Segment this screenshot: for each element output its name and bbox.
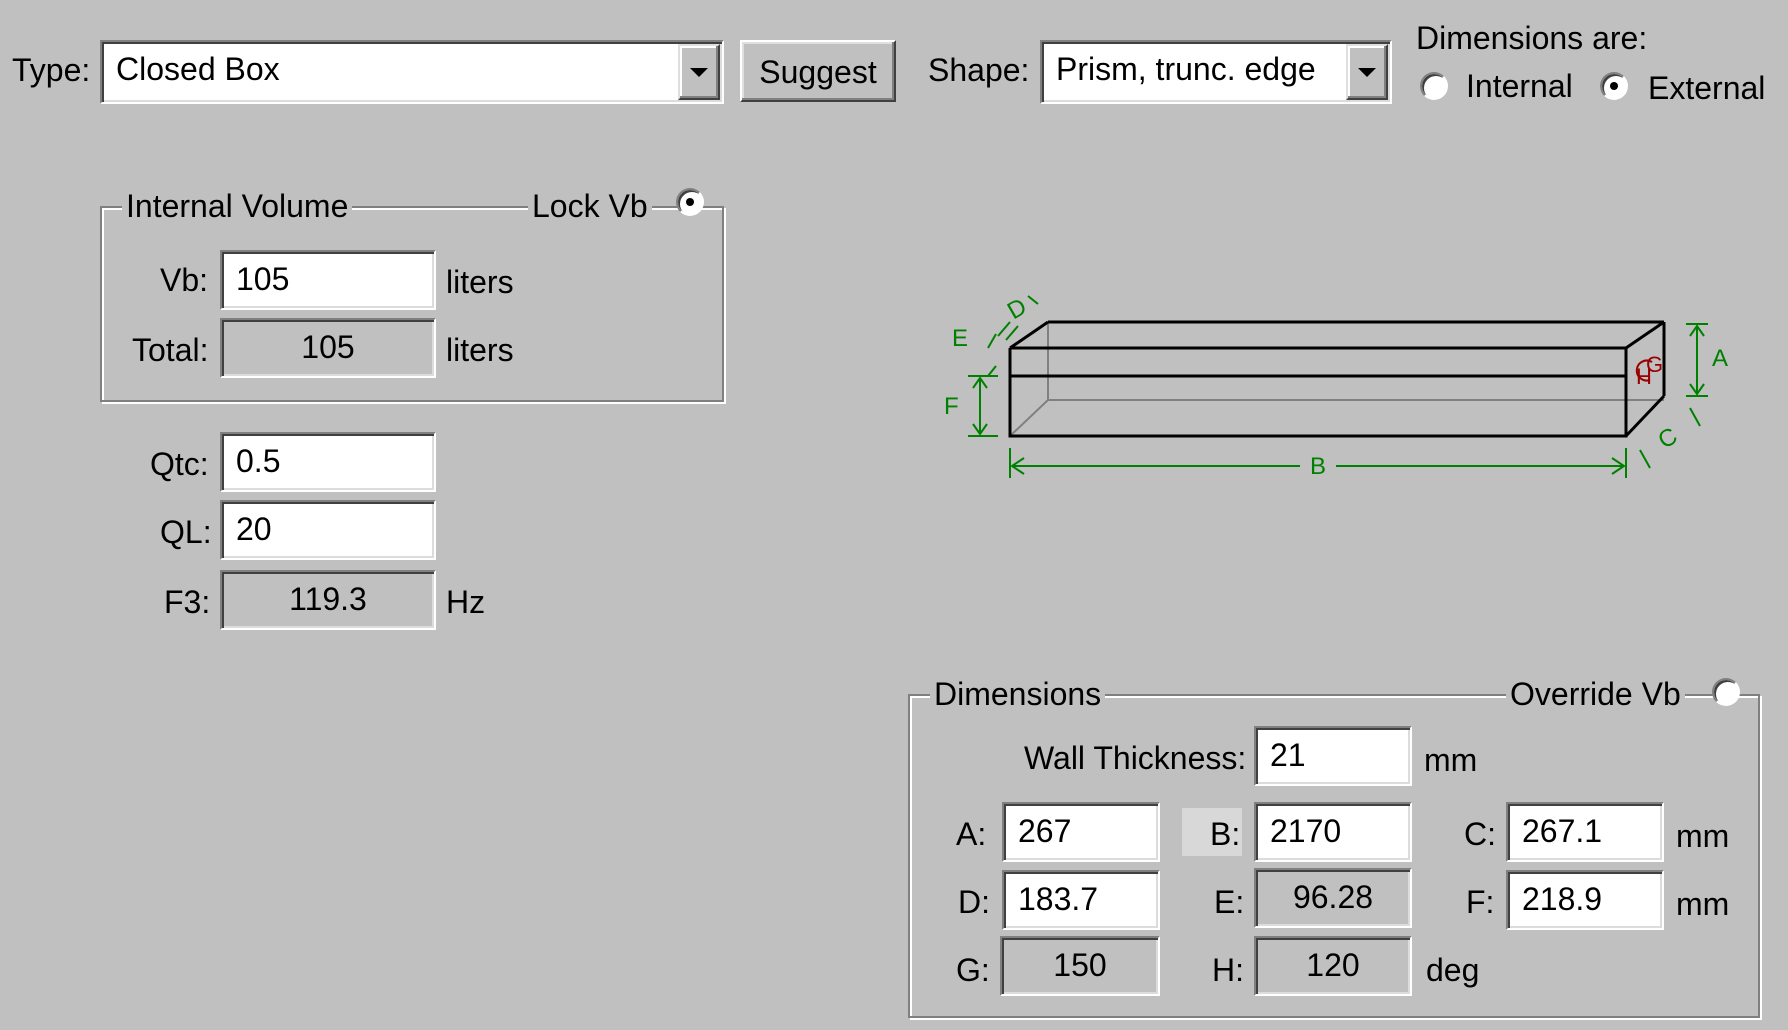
d-label: D: — [958, 884, 990, 920]
shape-dropdown-button[interactable] — [1346, 44, 1388, 100]
dimension-a-line — [1686, 323, 1708, 397]
vb-label: Vb: — [160, 262, 209, 298]
f-label: F: — [1466, 884, 1495, 920]
wall-thickness-unit: mm — [1424, 742, 1478, 778]
external-radio[interactable] — [1600, 72, 1628, 100]
lock-vb-label[interactable]: Lock Vb — [528, 190, 652, 222]
dimension-e-label: E — [952, 325, 968, 352]
h-label: H: — [1212, 952, 1244, 988]
shape-combobox[interactable]: Prism, trunc. edge — [1040, 40, 1392, 104]
f3-label: F3: — [164, 584, 211, 620]
chevron-down-icon — [690, 68, 708, 77]
type-combobox[interactable]: Closed Box — [100, 40, 724, 104]
dimension-f-line — [968, 375, 998, 437]
total-value: 105 — [220, 318, 436, 378]
internal-volume-title: Internal Volume — [122, 190, 353, 222]
vb-unit: liters — [446, 264, 514, 300]
shape-label: Shape: — [928, 52, 1030, 88]
a-label: A: — [956, 816, 987, 852]
vb-input[interactable]: 105 — [220, 250, 436, 310]
external-radio-label[interactable]: External — [1648, 72, 1765, 104]
lock-vb-text: Lock Vb — [532, 188, 648, 224]
internal-radio[interactable] — [1420, 72, 1448, 100]
box-outline — [1008, 320, 1666, 438]
c-input[interactable]: 267.1 — [1506, 802, 1664, 862]
override-vb-radio[interactable] — [1712, 678, 1740, 706]
b-label: B: — [1210, 816, 1241, 852]
d-input[interactable]: 183.7 — [1002, 870, 1160, 930]
type-label: Type: — [12, 52, 91, 88]
total-unit: liters — [446, 332, 514, 368]
wall-thickness-label: Wall Thickness: — [1024, 740, 1247, 776]
qtc-label: Qtc: — [150, 446, 209, 482]
angle-h-label: H — [1636, 364, 1652, 389]
dimension-a-label: A — [1712, 345, 1728, 372]
g-label: G: — [956, 952, 990, 988]
h-value: 120 — [1254, 936, 1412, 996]
row1-unit: mm — [1676, 818, 1730, 854]
ql-input[interactable]: 20 — [220, 500, 436, 560]
f-input[interactable]: 218.9 — [1506, 870, 1664, 930]
dimension-e-ticks — [987, 333, 997, 377]
row3-unit: deg — [1426, 952, 1480, 988]
c-label: C: — [1464, 816, 1496, 852]
row2-unit: mm — [1676, 886, 1730, 922]
suggest-button[interactable]: Suggest — [740, 40, 896, 102]
g-value: 150 — [1000, 936, 1160, 996]
wall-thickness-input[interactable]: 21 — [1254, 726, 1412, 786]
type-dropdown-button[interactable] — [678, 44, 720, 100]
hidden-edges — [1009, 322, 1664, 437]
lock-vb-radio[interactable] — [676, 188, 704, 216]
f3-value: 119.3 — [220, 570, 436, 630]
e-value: 96.28 — [1254, 868, 1412, 928]
ql-label: QL: — [160, 514, 212, 550]
internal-radio-label[interactable]: Internal — [1466, 70, 1573, 102]
override-vb-label[interactable]: Override Vb — [1506, 678, 1685, 710]
dimension-f-label: F — [944, 393, 959, 420]
override-vb-text: Override Vb — [1510, 676, 1681, 712]
dimension-c-label: C — [1654, 422, 1683, 454]
type-value: Closed Box — [116, 51, 280, 87]
a-input[interactable]: 267 — [1002, 802, 1160, 862]
dimension-d-label: D — [1003, 293, 1032, 325]
box-diagram: B A F E D C G H — [944, 293, 1728, 480]
e-label: E: — [1214, 884, 1245, 920]
chevron-down-icon — [1358, 68, 1376, 77]
dimension-b-label: B — [1310, 453, 1326, 480]
f3-unit: Hz — [446, 584, 486, 620]
qtc-input[interactable]: 0.5 — [220, 432, 436, 492]
dimensions-title: Dimensions — [930, 678, 1106, 710]
total-label: Total: — [132, 332, 209, 368]
shape-value: Prism, trunc. edge — [1056, 51, 1316, 87]
dimensions-are-label: Dimensions are: — [1416, 20, 1648, 56]
b-input[interactable]: 2170 — [1254, 802, 1412, 862]
